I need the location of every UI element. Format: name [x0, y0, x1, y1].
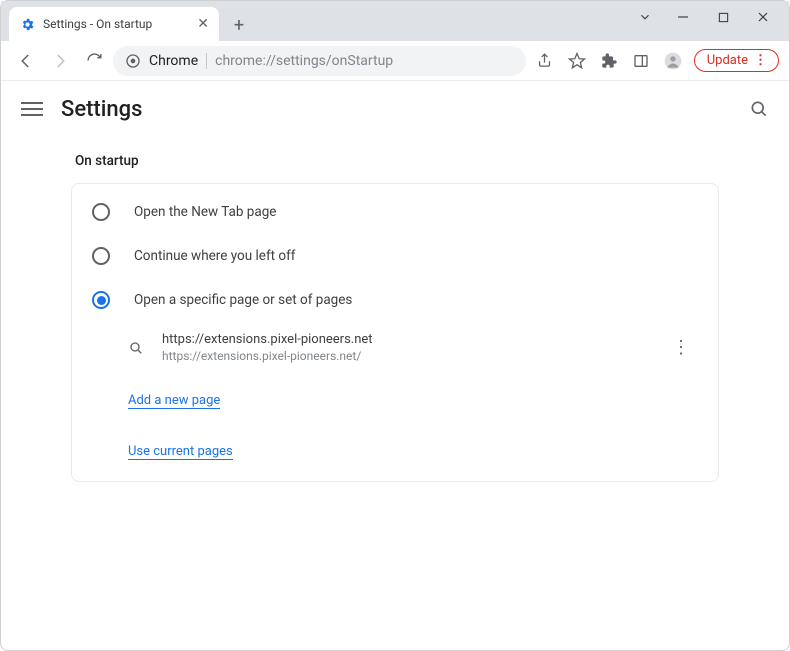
share-button[interactable]: [530, 46, 560, 76]
close-window-button[interactable]: [743, 3, 783, 31]
search-button[interactable]: [749, 99, 769, 119]
settings-content: On startup Open the New Tab page Continu…: [1, 137, 789, 522]
link-row-use-current: Use current pages: [72, 424, 718, 475]
section-title: On startup: [71, 143, 719, 183]
use-current-link[interactable]: Use current pages: [128, 444, 233, 460]
address-bar[interactable]: Chrome chrome://settings/onStartup: [113, 46, 526, 76]
search-icon: [128, 340, 144, 356]
site-icon: [125, 53, 141, 69]
link-row-add: Add a new page: [72, 373, 718, 424]
menu-button[interactable]: [21, 98, 43, 120]
tab-title: Settings - On startup: [43, 17, 189, 31]
radio-label: Open a specific page or set of pages: [134, 292, 352, 308]
minimize-button[interactable]: [663, 3, 703, 31]
extensions-button[interactable]: [594, 46, 624, 76]
radio-label: Continue where you left off: [134, 248, 296, 264]
page-title: Settings: [61, 97, 142, 122]
omnibox-divider: [206, 53, 207, 69]
browser-tab[interactable]: Settings - On startup ✕: [9, 7, 219, 41]
update-button[interactable]: Update ⋮: [694, 49, 779, 72]
omnibox-origin: Chrome: [149, 53, 198, 69]
maximize-button[interactable]: [703, 3, 743, 31]
gear-icon: [19, 16, 35, 32]
more-actions-button[interactable]: ⋮: [664, 335, 698, 361]
page-url-text: https://extensions.pixel-pioneers.net/: [162, 349, 646, 363]
omnibox-path: chrome://settings/onStartup: [215, 53, 393, 69]
settings-header: Settings: [1, 81, 789, 137]
bookmark-button[interactable]: [562, 46, 592, 76]
radio-specific-pages[interactable]: Open a specific page or set of pages: [72, 278, 718, 322]
reload-button[interactable]: [79, 46, 109, 76]
add-page-link[interactable]: Add a new page: [128, 393, 220, 409]
radio-icon: [92, 291, 110, 309]
radio-open-new-tab[interactable]: Open the New Tab page: [72, 190, 718, 234]
sidepanel-button[interactable]: [626, 46, 656, 76]
radio-icon: [92, 247, 110, 265]
back-button[interactable]: [11, 46, 41, 76]
startup-page-row: https://extensions.pixel-pioneers.net ht…: [72, 322, 718, 373]
profile-button[interactable]: [658, 46, 688, 76]
tab-search-button[interactable]: [627, 3, 663, 31]
close-icon[interactable]: ✕: [197, 16, 209, 32]
page-title-text: https://extensions.pixel-pioneers.net: [162, 332, 646, 347]
titlebar: Settings - On startup ✕ +: [1, 1, 789, 41]
radio-icon: [92, 203, 110, 221]
startup-card: Open the New Tab page Continue where you…: [71, 183, 719, 482]
radio-label: Open the New Tab page: [134, 204, 276, 220]
update-label: Update: [707, 53, 748, 68]
forward-button[interactable]: [45, 46, 75, 76]
window-controls: [627, 3, 789, 41]
radio-continue[interactable]: Continue where you left off: [72, 234, 718, 278]
new-tab-button[interactable]: +: [225, 11, 253, 39]
kebab-menu-icon: ⋮: [754, 53, 766, 68]
toolbar: Chrome chrome://settings/onStartup Updat…: [1, 41, 789, 81]
